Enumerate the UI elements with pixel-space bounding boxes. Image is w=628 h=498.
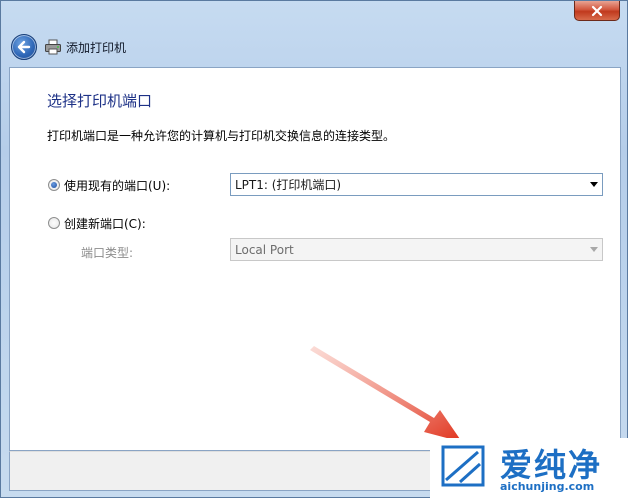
port-type-label: 端口类型: [81, 246, 134, 260]
printer-icon [45, 39, 61, 55]
watermark: 爱纯净 aichunjing.com [430, 438, 628, 498]
port-type-select: Local Port [230, 238, 603, 261]
port-type-select-value: Local Port [235, 242, 294, 257]
back-arrow-icon [17, 40, 31, 54]
dropdown-arrow-icon[interactable] [585, 174, 602, 195]
radio-use-existing-port[interactable] [48, 179, 60, 191]
radio-create-new-port[interactable] [48, 217, 60, 229]
radio-label-use-existing-port[interactable]: 使用现有的端口(U): [64, 177, 170, 194]
existing-port-select[interactable]: LPT1: (打印机端口) [230, 173, 603, 196]
annotation-arrow-icon [310, 346, 462, 442]
radio-selected-dot [51, 182, 57, 188]
back-button[interactable] [11, 34, 37, 60]
navigation-bar: 添加打印机 [1, 27, 628, 65]
dropdown-arrow-icon [585, 239, 602, 260]
existing-port-select-value: LPT1: (打印机端口) [235, 178, 342, 192]
window-title: 添加打印机 [66, 41, 127, 55]
close-icon [591, 5, 603, 16]
page-description: 打印机端口是一种允许您的计算机与打印机交换信息的连接类型。 [47, 129, 396, 143]
radio-label-create-new-port[interactable]: 创建新端口(C): [64, 215, 146, 232]
watermark-url: aichunjing.com [500, 480, 595, 493]
page-heading: 选择打印机端口 [47, 92, 153, 110]
watermark-logo-icon [441, 445, 485, 487]
close-button[interactable] [574, 1, 620, 21]
